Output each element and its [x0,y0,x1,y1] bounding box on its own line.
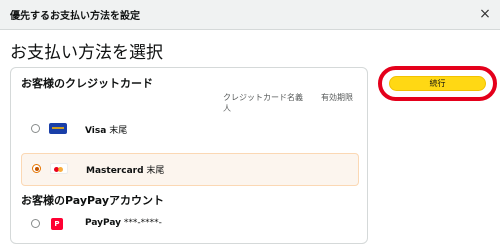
continue-button[interactable]: 続行 [389,76,486,91]
dialog-header: 優先するお支払い方法を設定 × [0,0,500,30]
mastercard-card-icon [50,163,68,174]
visa-card-icon [49,123,67,134]
cardholder-name-column-header: クレジットカード名義人 [223,93,303,113]
page-title: お支払い方法を選択 [10,43,163,63]
payment-methods-panel: お客様のクレジットカード クレジットカード名義人 有効期限 Visa 末尾 Ma… [10,67,368,244]
credit-cards-section-title: お客様のクレジットカード [21,77,153,90]
continue-highlight-ring: 続行 [378,66,497,101]
expiry-column-header: 有効期限 [321,93,353,102]
dialog-title: 優先するお支払い方法を設定 [10,11,140,22]
payment-option-visa[interactable]: Visa 末尾 [21,114,359,144]
visa-label: Visa 末尾 [85,126,128,136]
payment-option-paypay[interactable]: P PayPay ***-****- [21,209,359,239]
paypay-radio[interactable] [31,219,40,228]
visa-radio[interactable] [31,124,40,133]
close-button[interactable]: × [476,5,494,23]
payment-option-mastercard[interactable]: Mastercard 末尾 [21,153,359,186]
mastercard-label: Mastercard 末尾 [86,166,165,176]
paypay-icon: P [51,218,63,230]
mastercard-radio[interactable] [32,164,41,173]
paypay-section-title: お客様のPayPayアカウント [21,194,165,207]
paypay-label: PayPay ***-****- [85,218,162,228]
